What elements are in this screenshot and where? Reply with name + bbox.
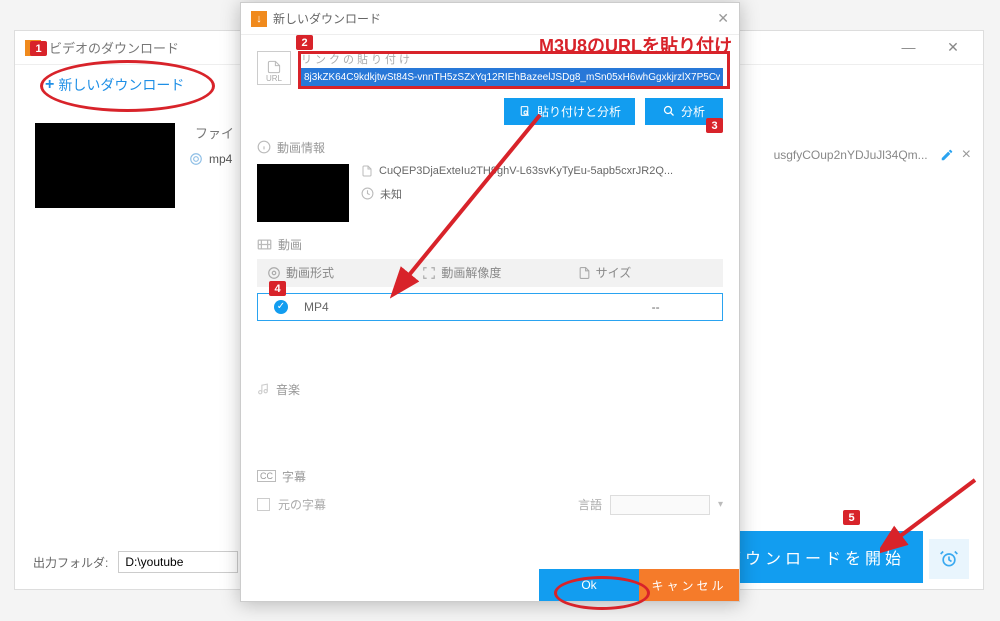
output-label: 出力フォルダ: bbox=[33, 554, 108, 571]
info-thumbnail bbox=[257, 164, 349, 222]
format-row[interactable]: ✓ MP4 -- bbox=[257, 293, 723, 321]
info-duration: 未知 bbox=[380, 186, 402, 202]
col-resolution: 動画解像度 bbox=[441, 264, 501, 281]
size-header-icon bbox=[578, 266, 591, 280]
start-download-label: ダウンロードを開始 bbox=[725, 551, 905, 568]
video-icon bbox=[257, 238, 272, 251]
dialog-close-button[interactable]: ✕ bbox=[717, 10, 729, 27]
language-label: 言語 bbox=[578, 496, 602, 513]
ok-label: Ok bbox=[581, 578, 596, 592]
minimize-button[interactable]: — bbox=[889, 39, 929, 55]
dialog-title: 新しいダウンロード bbox=[273, 10, 381, 27]
clipboard-search-icon bbox=[518, 105, 531, 118]
edit-icon[interactable] bbox=[940, 148, 954, 162]
col-size: サイズ bbox=[596, 264, 632, 281]
format-table-header: 動画形式 動画解像度 サイズ bbox=[257, 259, 723, 287]
music-icon bbox=[257, 382, 270, 396]
paste-analyze-button[interactable]: 貼り付けと分析 bbox=[504, 98, 635, 125]
music-header: 音楽 bbox=[276, 381, 300, 398]
video-header: 動画 bbox=[278, 236, 302, 253]
cc-icon: CC bbox=[257, 470, 276, 482]
plus-icon: + bbox=[45, 76, 54, 94]
target-icon bbox=[189, 152, 203, 166]
video-thumbnail bbox=[35, 123, 175, 208]
main-title: ビデオのダウンロード bbox=[49, 38, 179, 57]
row-format: MP4 bbox=[294, 300, 437, 314]
paste-analyze-label: 貼り付けと分析 bbox=[537, 103, 621, 120]
subtitle-header: 字幕 bbox=[282, 468, 306, 485]
remove-task-button[interactable]: × bbox=[962, 146, 971, 164]
file-column-header: ファイ bbox=[195, 123, 234, 142]
search-icon bbox=[663, 105, 675, 117]
col-format: 動画形式 bbox=[286, 264, 334, 281]
ok-button[interactable]: Ok bbox=[539, 569, 639, 601]
original-sub-label: 元の字幕 bbox=[278, 496, 326, 513]
file-icon bbox=[361, 164, 373, 178]
output-folder-row: 出力フォルダ: bbox=[33, 551, 238, 573]
analyze-button[interactable]: 分析 bbox=[645, 98, 723, 125]
info-header: 動画情報 bbox=[277, 139, 325, 156]
row-size: -- bbox=[579, 300, 722, 314]
format-check-icon: ✓ bbox=[274, 300, 288, 314]
language-select[interactable] bbox=[610, 495, 710, 515]
window-controls: — ✕ bbox=[889, 39, 973, 57]
alarm-button[interactable] bbox=[929, 539, 969, 579]
app-icon: ↓ bbox=[25, 40, 41, 56]
info-icon bbox=[257, 140, 271, 154]
original-sub-checkbox[interactable] bbox=[257, 498, 270, 511]
new-download-dialog: ↓ 新しいダウンロード ✕ URL リンクの貼り付け 貼り付けと分析 bbox=[240, 2, 740, 602]
cancel-label: キャンセル bbox=[651, 579, 726, 593]
cancel-button[interactable]: キャンセル bbox=[639, 569, 739, 601]
dialog-icon: ↓ bbox=[251, 11, 267, 27]
dialog-titlebar: ↓ 新しいダウンロード ✕ bbox=[241, 3, 739, 35]
new-download-label: 新しいダウンロード bbox=[58, 75, 184, 95]
url-icon: URL bbox=[257, 51, 291, 85]
close-button[interactable]: ✕ bbox=[933, 39, 973, 56]
new-download-button[interactable]: + 新しいダウンロード bbox=[45, 75, 184, 95]
analyze-label: 分析 bbox=[681, 103, 705, 120]
chevron-down-icon: ▾ bbox=[718, 499, 723, 510]
clock-icon bbox=[361, 187, 374, 200]
url-input[interactable] bbox=[301, 68, 723, 88]
dialog-footer: Ok キャンセル bbox=[241, 569, 739, 601]
output-path-input[interactable] bbox=[118, 551, 238, 573]
url-section-label: リンクの貼り付け bbox=[301, 51, 723, 67]
resolution-header-icon bbox=[422, 266, 436, 280]
info-filename: CuQEP3DjaExteIu2TH9ghV-L63svKyTyEu-5apb5… bbox=[379, 165, 673, 177]
url-icon-label: URL bbox=[266, 74, 282, 83]
mp4-label: mp4 bbox=[209, 152, 232, 166]
alarm-icon bbox=[939, 549, 959, 569]
format-header-icon bbox=[267, 266, 281, 280]
